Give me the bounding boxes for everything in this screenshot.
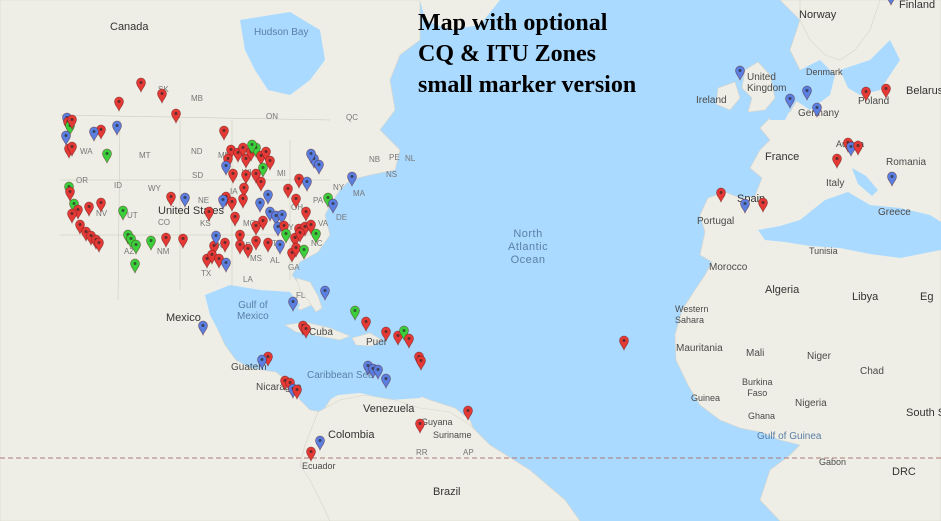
map-marker-blue[interactable] [263, 189, 273, 205]
map-marker-red[interactable] [178, 233, 188, 249]
map-marker-red[interactable] [67, 208, 77, 224]
map-marker-blue[interactable] [373, 364, 383, 380]
map-marker-red[interactable] [306, 446, 316, 462]
map-marker-red[interactable] [381, 326, 391, 342]
map-marker-red[interactable] [758, 197, 768, 213]
map-marker-red[interactable] [463, 405, 473, 421]
map-marker-blue[interactable] [315, 435, 325, 451]
title-line-3: small marker version [418, 72, 637, 98]
map-marker-red[interactable] [171, 108, 181, 124]
map-marker-blue[interactable] [802, 85, 812, 101]
map-marker-green[interactable] [131, 239, 141, 255]
map-marker-red[interactable] [283, 183, 293, 199]
map-marker-green[interactable] [350, 305, 360, 321]
map-marker-red[interactable] [251, 235, 261, 251]
map-marker-blue[interactable] [180, 192, 190, 208]
map-marker-red[interactable] [416, 355, 426, 371]
map-marker-red[interactable] [96, 197, 106, 213]
map-marker-red[interactable] [230, 211, 240, 227]
map-marker-red[interactable] [220, 237, 230, 253]
map-marker-red[interactable] [219, 125, 229, 141]
map-marker-blue[interactable] [314, 159, 324, 175]
map-marker-blue[interactable] [812, 102, 822, 118]
title-line-1: Map with optional [418, 10, 608, 36]
map-marker-red[interactable] [415, 418, 425, 434]
map-marker-red[interactable] [361, 316, 371, 332]
map-marker-red[interactable] [114, 96, 124, 112]
map-marker-red[interactable] [161, 232, 171, 248]
map-marker-blue[interactable] [785, 93, 795, 109]
map-marker-blue[interactable] [347, 171, 357, 187]
map-marker-green[interactable] [146, 235, 156, 251]
map-marker-green[interactable] [118, 205, 128, 221]
map-marker-blue[interactable] [328, 198, 338, 214]
map-marker-red[interactable] [291, 193, 301, 209]
map-marker-blue[interactable] [887, 171, 897, 187]
map-marker-red[interactable] [94, 237, 104, 253]
map-marker-blue[interactable] [320, 285, 330, 301]
map-marker-red[interactable] [716, 187, 726, 203]
map-marker-red[interactable] [256, 176, 266, 192]
map-marker-blue[interactable] [221, 257, 231, 273]
map-marker-green[interactable] [102, 148, 112, 164]
map-marker-red[interactable] [853, 140, 863, 156]
map-marker-red[interactable] [84, 201, 94, 217]
map-marker-red[interactable] [881, 83, 891, 99]
map-marker-blue[interactable] [198, 320, 208, 336]
map-marker-red[interactable] [238, 193, 248, 209]
map-marker-red[interactable] [204, 206, 214, 222]
map-marker-red[interactable] [404, 333, 414, 349]
map-marker-green[interactable] [299, 244, 309, 260]
map-marker-red[interactable] [294, 173, 304, 189]
map-marker-blue[interactable] [275, 239, 285, 255]
map-marker-green[interactable] [130, 258, 140, 274]
title-line-2: CQ & ITU Zones [418, 41, 597, 67]
map-canvas[interactable]: Canada Hudson Bay SK MB ON QC NL NB NS P… [0, 0, 941, 521]
map-marker-blue[interactable] [112, 120, 122, 136]
map-marker-red[interactable] [243, 243, 253, 259]
map-marker-blue[interactable] [218, 194, 228, 210]
map-marker-green[interactable] [311, 228, 321, 244]
map-marker-blue[interactable] [255, 197, 265, 213]
map-marker-blue[interactable] [887, 0, 896, 6]
map-title: Map with optional CQ & ITU Zones small m… [418, 8, 636, 101]
map-marker-red[interactable] [301, 323, 311, 339]
map-marker-red[interactable] [832, 153, 842, 169]
map-marker-red[interactable] [136, 77, 146, 93]
map-marker-blue[interactable] [735, 65, 745, 81]
map-marker-red[interactable] [619, 335, 629, 351]
map-marker-blue[interactable] [302, 176, 312, 192]
map-marker-red[interactable] [861, 86, 871, 102]
map-marker-red[interactable] [227, 196, 237, 212]
map-marker-blue[interactable] [740, 198, 750, 214]
map-marker-red[interactable] [301, 206, 311, 222]
map-marker-red[interactable] [241, 169, 251, 185]
map-marker-blue[interactable] [288, 296, 298, 312]
map-marker-blue[interactable] [381, 373, 391, 389]
map-marker-red[interactable] [166, 191, 176, 207]
map-marker-red[interactable] [157, 88, 167, 104]
map-marker-blue[interactable] [257, 354, 267, 370]
map-marker-blue[interactable] [89, 126, 99, 142]
map-marker-red[interactable] [235, 239, 245, 255]
map-marker-red[interactable] [263, 237, 273, 253]
map-marker-red[interactable] [228, 168, 238, 184]
